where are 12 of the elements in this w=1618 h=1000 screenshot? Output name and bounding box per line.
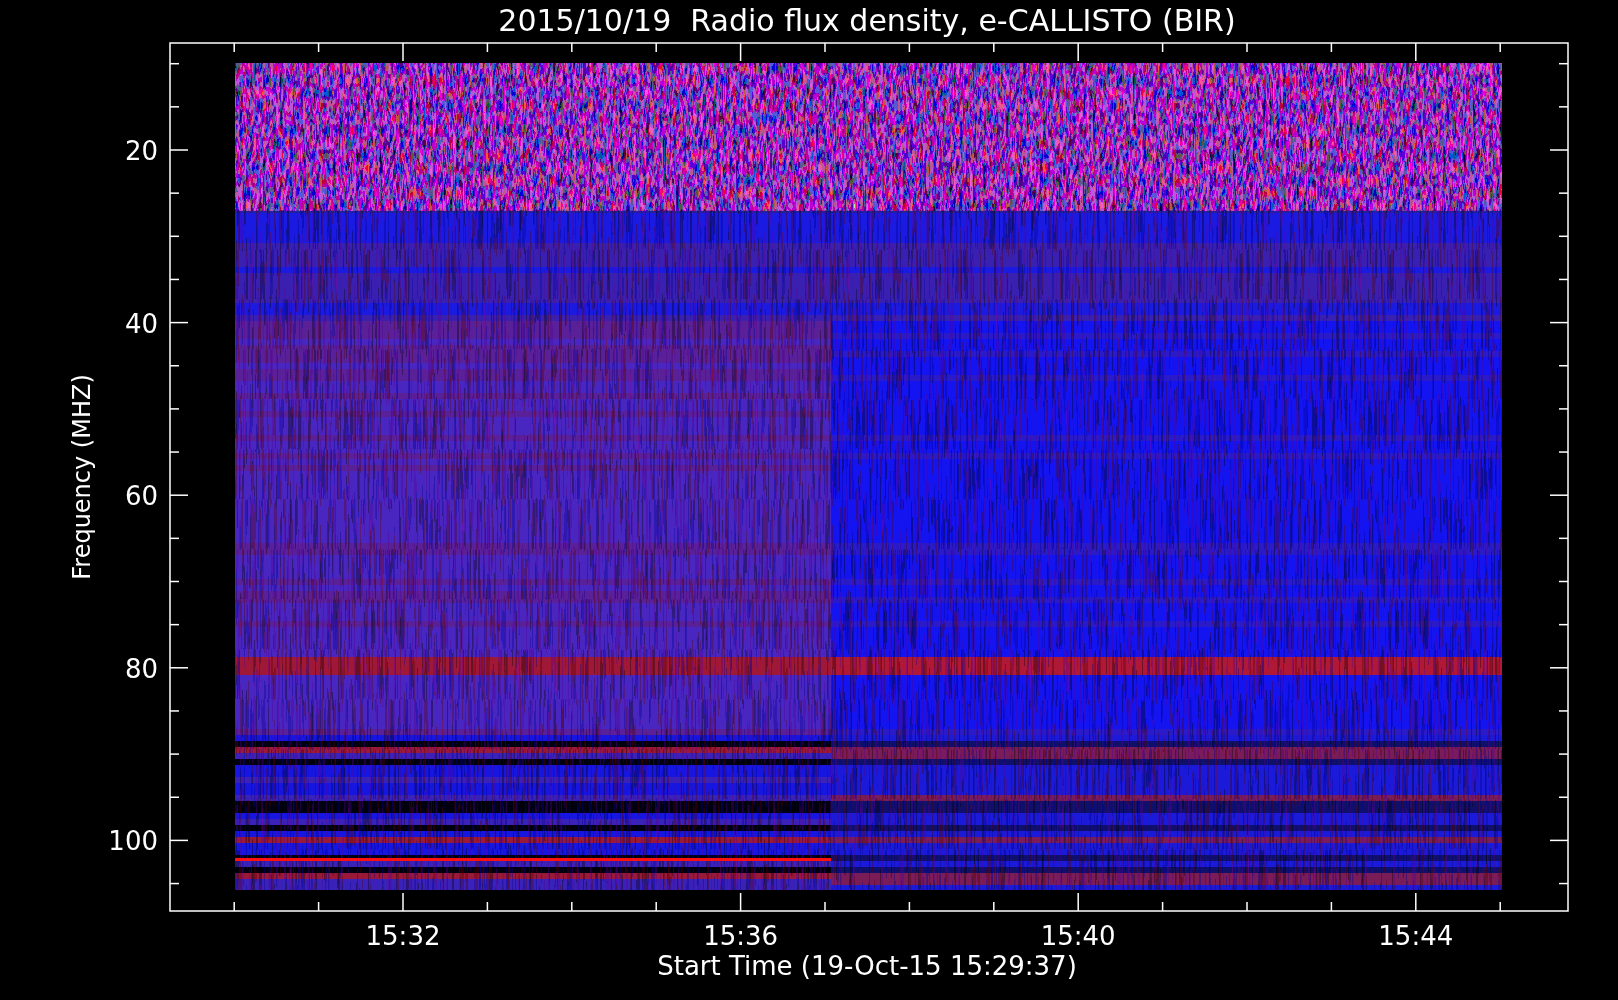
x-tick-label: 15:44 [1378, 921, 1454, 951]
y-tick-label: 40 [124, 308, 158, 339]
chart-title: 2015/10/19 Radio flux density, e-CALLISTO (BIR) [498, 3, 1236, 38]
y-axis-label: Frequency (MHZ) [68, 374, 96, 580]
y-tick-label: 100 [108, 826, 158, 857]
x-axis-label: Start Time (19-Oct-15 15:29:37) [657, 951, 1077, 981]
x-tick-label: 15:40 [1040, 921, 1116, 951]
x-tick-label: 15:32 [365, 921, 441, 951]
y-tick-label: 60 [124, 481, 158, 512]
y-tick-label: 80 [124, 653, 158, 684]
y-tick-label: 20 [124, 136, 158, 166]
x-tick-label: 15:36 [703, 921, 779, 951]
